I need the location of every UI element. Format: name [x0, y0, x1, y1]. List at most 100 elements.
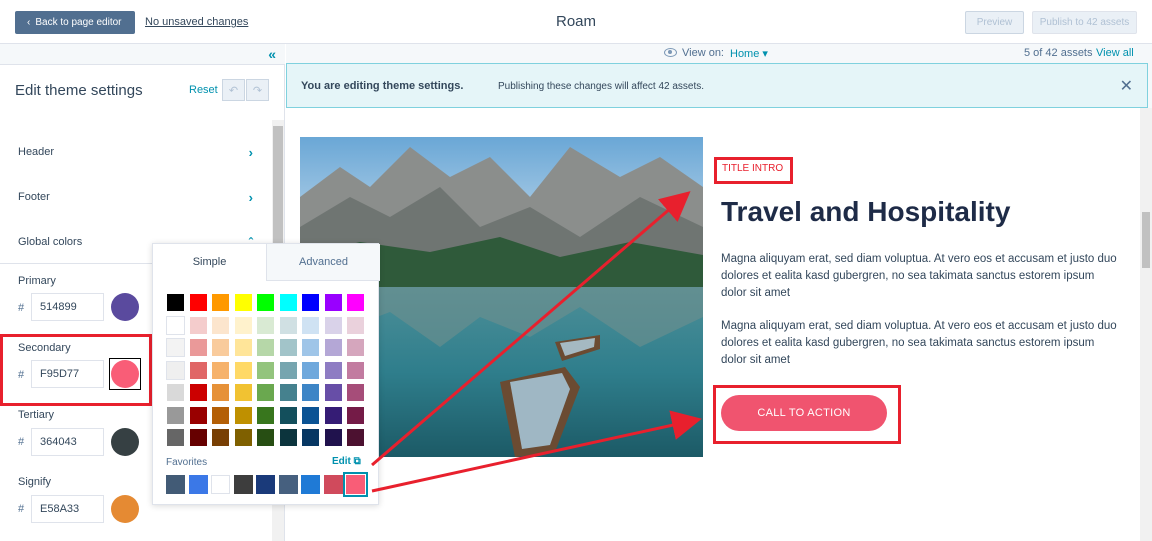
color-swatch[interactable] [256, 405, 275, 425]
favorite-swatch[interactable] [233, 475, 253, 494]
color-swatch[interactable] [256, 338, 275, 357]
color-swatch[interactable] [211, 338, 230, 357]
color-swatch[interactable] [256, 428, 275, 447]
color-swatch[interactable] [323, 315, 343, 335]
color-swatch[interactable] [346, 315, 365, 335]
color-swatch[interactable] [188, 315, 208, 335]
reset-link[interactable]: Reset [189, 84, 218, 96]
color-swatch[interactable] [233, 293, 253, 312]
color-swatch[interactable] [166, 315, 185, 335]
signify-color-swatch[interactable] [111, 495, 139, 523]
color-swatch[interactable] [211, 360, 230, 380]
favorite-swatch[interactable] [278, 475, 298, 494]
color-swatch[interactable] [323, 428, 343, 447]
view-all-link[interactable]: View all [1096, 47, 1134, 59]
color-swatch[interactable] [166, 383, 185, 402]
signify-color-label: Signify [18, 476, 52, 488]
color-swatch[interactable] [323, 293, 343, 312]
color-swatch[interactable] [188, 293, 208, 312]
hash-symbol: # [18, 302, 25, 314]
color-swatch[interactable] [301, 293, 320, 312]
favorite-swatch[interactable] [211, 475, 230, 494]
color-swatch[interactable] [188, 360, 208, 380]
tab-simple[interactable]: Simple [153, 244, 266, 281]
color-swatch[interactable] [301, 338, 320, 357]
color-swatch[interactable] [211, 315, 230, 335]
favorite-swatch[interactable] [343, 472, 368, 497]
collapse-panel-icon[interactable]: « [268, 46, 276, 62]
color-swatch[interactable] [278, 293, 298, 312]
undo-button[interactable]: ↶ [222, 79, 245, 101]
edit-favorites-link[interactable]: Edit ⧉ [332, 456, 361, 467]
color-swatch[interactable] [256, 293, 275, 312]
redo-button[interactable]: ↷ [246, 79, 269, 101]
color-swatch[interactable] [278, 315, 298, 335]
color-swatch[interactable] [233, 338, 253, 357]
color-swatch[interactable] [278, 428, 298, 447]
color-swatch[interactable] [233, 405, 253, 425]
color-swatch[interactable] [301, 405, 320, 425]
tab-advanced[interactable]: Advanced [266, 244, 380, 281]
color-swatch[interactable] [278, 405, 298, 425]
close-icon[interactable]: ✕ [1120, 76, 1133, 96]
color-swatch[interactable] [301, 360, 320, 380]
color-swatch[interactable] [211, 428, 230, 447]
color-swatch[interactable] [301, 428, 320, 447]
color-swatch[interactable] [323, 405, 343, 425]
favorite-swatch[interactable] [301, 475, 320, 494]
signify-hex-input[interactable]: E58A33 [31, 495, 104, 523]
preview-scrollbar[interactable] [1140, 108, 1152, 541]
color-swatch[interactable] [211, 383, 230, 402]
color-swatch[interactable] [256, 315, 275, 335]
color-swatch[interactable] [166, 428, 185, 447]
sidebar-item-header[interactable]: Header › [18, 142, 253, 162]
color-swatch[interactable] [166, 360, 185, 380]
unsaved-changes-link[interactable]: No unsaved changes [145, 16, 248, 28]
primary-hex-input[interactable]: 514899 [31, 293, 104, 321]
color-swatch[interactable] [278, 383, 298, 402]
color-swatch[interactable] [166, 338, 185, 357]
color-swatch[interactable] [188, 383, 208, 402]
color-swatch[interactable] [188, 338, 208, 357]
color-swatch[interactable] [323, 338, 343, 357]
favorite-swatch[interactable] [166, 475, 185, 494]
color-swatch[interactable] [211, 405, 230, 425]
color-swatch[interactable] [301, 383, 320, 402]
color-swatch[interactable] [256, 383, 275, 402]
color-swatch[interactable] [211, 293, 230, 312]
publish-button[interactable]: Publish to 42 assets [1032, 11, 1137, 34]
color-swatch[interactable] [188, 428, 208, 447]
favorite-swatch[interactable] [256, 475, 275, 494]
color-swatch[interactable] [323, 383, 343, 402]
favorite-swatch[interactable] [323, 475, 343, 494]
preview-button[interactable]: Preview [965, 11, 1024, 34]
color-swatch[interactable] [278, 338, 298, 357]
color-swatch[interactable] [166, 293, 185, 312]
back-to-page-editor-button[interactable]: ‹ Back to page editor [15, 11, 135, 34]
primary-color-swatch[interactable] [111, 293, 139, 321]
color-swatch[interactable] [346, 383, 365, 402]
color-swatch[interactable] [233, 360, 253, 380]
color-swatch[interactable] [233, 428, 253, 447]
tertiary-hex-input[interactable]: 364043 [31, 428, 104, 456]
color-swatch[interactable] [233, 383, 253, 402]
color-swatch[interactable] [278, 360, 298, 380]
color-swatch[interactable] [233, 315, 253, 335]
color-swatch[interactable] [346, 338, 365, 357]
sidebar-item-footer[interactable]: Footer › [18, 187, 253, 207]
color-swatch[interactable] [346, 405, 365, 425]
color-swatch[interactable] [256, 360, 275, 380]
color-swatch[interactable] [166, 405, 185, 425]
color-swatch[interactable] [346, 360, 365, 380]
color-swatch[interactable] [346, 293, 365, 312]
preview-scrollbar-thumb[interactable] [1142, 212, 1150, 268]
favorite-swatch[interactable] [188, 475, 208, 494]
color-swatch[interactable] [301, 315, 320, 335]
color-swatch[interactable] [323, 360, 343, 380]
view-on-dropdown[interactable]: Home ▾ [730, 47, 768, 60]
color-swatch[interactable] [188, 405, 208, 425]
panel-scrollbar-thumb[interactable] [273, 126, 283, 254]
tertiary-color-swatch[interactable] [111, 428, 139, 456]
chevron-right-icon: › [248, 144, 253, 160]
color-swatch[interactable] [346, 428, 365, 447]
